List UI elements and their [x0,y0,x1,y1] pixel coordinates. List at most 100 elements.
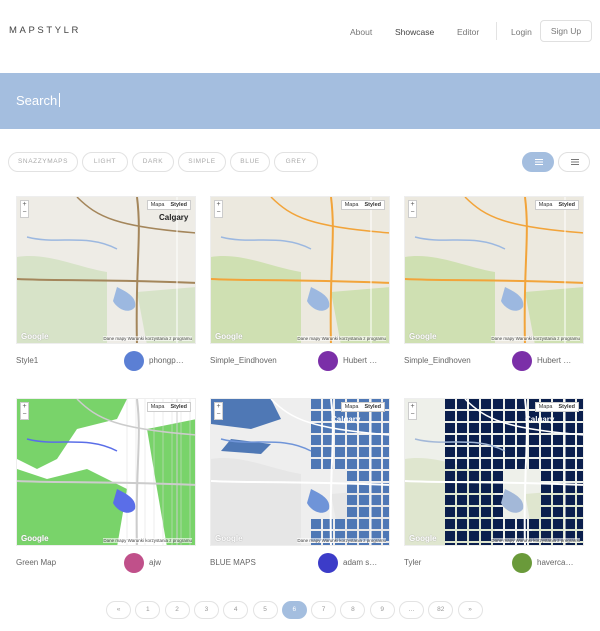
author-name[interactable]: Hubert … [343,356,390,365]
author-name[interactable]: adam s… [343,558,390,567]
avatar[interactable] [318,553,338,573]
avatar[interactable] [512,351,532,371]
author-name[interactable]: ajw [149,558,196,567]
tag-blue[interactable]: BLUE [230,152,270,172]
login-link[interactable]: Login [511,27,532,37]
map-type-map[interactable]: Mapa [342,403,362,411]
page-button[interactable]: 9 [369,601,395,619]
zoom-out-button[interactable]: − [21,209,28,217]
author-name[interactable]: phongp… [149,356,196,365]
page-button[interactable]: 8 [340,601,366,619]
tag-simple[interactable]: SIMPLE [178,152,226,172]
prev-page-button[interactable]: « [106,601,131,619]
tag-dark[interactable]: DARK [132,152,174,172]
map-terms[interactable]: Dane mapy Warunki korzystania z programu [297,538,386,543]
signup-button[interactable]: Sign Up [540,20,592,42]
map-type-control[interactable]: Mapa Styled [340,402,385,412]
map-type-map[interactable]: Mapa [342,201,362,209]
zoom-in-button[interactable]: + [21,201,28,209]
style-title[interactable]: Style1 [16,356,38,365]
map-preview[interactable]: + − Mapa Styled Calgary Google Dane mapy W… [16,196,196,344]
list-view-button[interactable] [558,152,590,172]
map-type-map[interactable]: Mapa [536,201,556,209]
map-type-styled[interactable]: Styled [361,403,384,411]
map-terms[interactable]: Dane mapy Warunki korzystania z programu [103,538,192,543]
search-input[interactable]: Search [16,93,57,108]
style-title[interactable]: Tyler [404,558,421,567]
map-preview[interactable]: + − Mapa Styled Calgary Google Dane mapy W… [210,398,390,546]
page-button[interactable]: 2 [164,601,190,619]
map-preview[interactable]: + − Mapa Styled Google Dane mapy Warunki k… [404,196,584,344]
page-button[interactable]: 82 [428,601,454,619]
map-terms[interactable]: Dane mapy Warunki korzystania z programu [491,538,580,543]
zoom-out-button[interactable]: − [21,411,28,419]
style-title[interactable]: Simple_Eindhoven [210,356,277,365]
tag-grey[interactable]: GREY [274,152,318,172]
map-type-control[interactable]: Mapa Styled [146,200,191,210]
map-preview[interactable]: + − Mapa Styled Google Dane mapy Warunki k… [16,398,196,546]
map-type-styled[interactable]: Styled [167,403,190,411]
style-title[interactable]: BLUE MAPS [210,558,256,567]
grid-view-button[interactable] [522,152,554,172]
logo[interactable]: MAPSTYLR [9,25,81,36]
header: MAPSTYLR About Showcase Editor Login Sig… [0,0,600,72]
avatar[interactable] [124,553,144,573]
author-name[interactable]: haverca… [537,558,584,567]
zoom-control[interactable]: + − [408,200,417,218]
page-button[interactable]: 7 [311,601,337,619]
zoom-in-button[interactable]: + [409,403,416,411]
zoom-in-button[interactable]: + [215,403,222,411]
map-terms[interactable]: Dane mapy Warunki korzystania z programu [103,336,192,341]
zoom-in-button[interactable]: + [409,201,416,209]
map-type-control[interactable]: Mapa Styled [534,200,579,210]
map-city-label: Calgary [525,415,555,424]
map-type-map[interactable]: Mapa [148,201,168,209]
zoom-in-button[interactable]: + [215,201,222,209]
map-canvas [211,197,389,343]
style-title[interactable]: Simple_Eindhoven [404,356,471,365]
style-title[interactable]: Green Map [16,558,56,567]
map-type-control[interactable]: Mapa Styled [146,402,191,412]
page-button[interactable]: … [399,601,424,619]
page-button[interactable]: 5 [252,601,278,619]
nav-about[interactable]: About [350,27,372,37]
zoom-out-button[interactable]: − [215,411,222,419]
zoom-out-button[interactable]: − [409,209,416,217]
avatar[interactable] [512,553,532,573]
map-type-control[interactable]: Mapa Styled [340,200,385,210]
map-terms[interactable]: Dane mapy Warunki korzystania z programu [491,336,580,341]
zoom-control[interactable]: + − [214,200,223,218]
tag-snazzymaps[interactable]: SNAZZYMAPS [8,152,78,172]
page-button[interactable]: 4 [223,601,249,619]
map-terms[interactable]: Dane mapy Warunki korzystania z programu [297,336,386,341]
map-preview[interactable]: + − Mapa Styled Calgary Google Dane mapy W… [404,398,584,546]
page-button[interactable]: 6 [281,601,307,619]
nav-showcase[interactable]: Showcase [395,27,434,37]
avatar[interactable] [318,351,338,371]
zoom-control[interactable]: + − [20,200,29,218]
page-button[interactable]: 1 [135,601,161,619]
map-type-styled[interactable]: Styled [167,201,190,209]
zoom-in-button[interactable]: + [21,403,28,411]
next-page-button[interactable]: » [457,601,483,619]
avatar[interactable] [124,351,144,371]
map-type-styled[interactable]: Styled [555,201,578,209]
page-button[interactable]: 3 [193,601,219,619]
map-type-map[interactable]: Mapa [148,403,168,411]
zoom-control[interactable]: + − [408,402,417,420]
map-type-map[interactable]: Mapa [536,403,556,411]
google-logo: Google [21,332,49,341]
author-name[interactable]: Hubert … [537,356,584,365]
nav-editor[interactable]: Editor [457,27,479,37]
map-type-styled[interactable]: Styled [555,403,578,411]
zoom-out-button[interactable]: − [409,411,416,419]
zoom-control[interactable]: + − [20,402,29,420]
zoom-control[interactable]: + − [214,402,223,420]
map-preview[interactable]: + − Mapa Styled Google Dane mapy Warunki k… [210,196,390,344]
zoom-out-button[interactable]: − [215,209,222,217]
map-type-control[interactable]: Mapa Styled [534,402,579,412]
grid-icon [535,159,543,165]
tag-light[interactable]: LIGHT [82,152,128,172]
search-bar[interactable]: Search [0,73,600,129]
map-type-styled[interactable]: Styled [361,201,384,209]
